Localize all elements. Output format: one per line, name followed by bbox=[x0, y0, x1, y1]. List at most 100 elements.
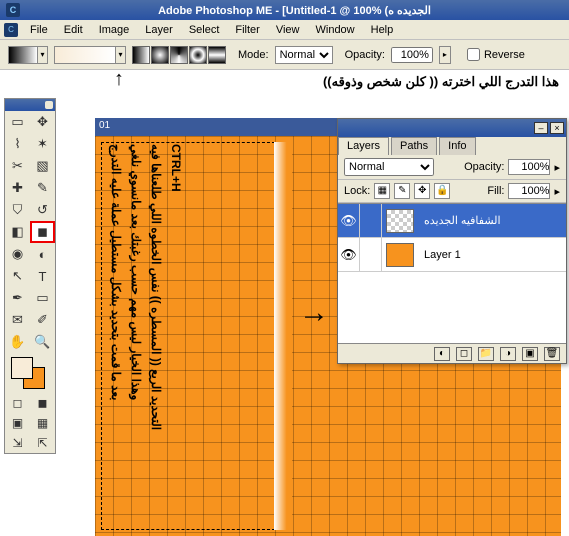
lasso-tool[interactable]: ⌇ bbox=[5, 133, 30, 155]
mode-select[interactable]: Normal bbox=[275, 46, 333, 64]
menu-view[interactable]: View bbox=[268, 22, 308, 38]
minimize-icon[interactable]: – bbox=[534, 122, 548, 134]
tutorial-text-1: بعد ما قمت بتحديد بشكل مستطيل عملة عليه … bbox=[109, 144, 123, 528]
delete-layer-icon[interactable]: 🗑 bbox=[544, 347, 560, 361]
tutorial-text-2: وهذا الخيار ليس مهم حسب رغبتك بعد مانسوي… bbox=[129, 144, 143, 528]
layer-thumb[interactable] bbox=[386, 243, 414, 267]
zoom-tool[interactable]: 🔍 bbox=[30, 331, 55, 353]
brush-tool[interactable]: ✎ bbox=[30, 177, 55, 199]
blend-mode-select[interactable]: Normal bbox=[344, 158, 434, 176]
marquee-tool[interactable]: ▭ bbox=[5, 111, 30, 133]
move-tool[interactable]: ✥ bbox=[30, 111, 55, 133]
menu-window[interactable]: Window bbox=[308, 22, 363, 38]
lock-transparency-icon[interactable]: ▦ bbox=[374, 183, 390, 199]
tab-paths[interactable]: Paths bbox=[391, 137, 437, 155]
stamp-tool[interactable]: ⛉ bbox=[5, 199, 30, 221]
wand-tool[interactable]: ✶ bbox=[30, 133, 55, 155]
menu-image[interactable]: Image bbox=[91, 22, 138, 38]
crop-tool[interactable]: ✂ bbox=[5, 155, 30, 177]
layer-opacity-caret[interactable]: ▸ bbox=[554, 161, 560, 174]
menu-help[interactable]: Help bbox=[363, 22, 402, 38]
tool-preset-picker[interactable]: ▾ bbox=[8, 46, 48, 64]
lock-all-icon[interactable]: 🔒 bbox=[434, 183, 450, 199]
arrow-right-icon: → bbox=[299, 296, 329, 330]
lock-position-icon[interactable]: ✥ bbox=[414, 183, 430, 199]
opacity-label: Opacity: bbox=[345, 49, 385, 61]
layer-name[interactable]: Layer 1 bbox=[418, 249, 566, 261]
opacity-input[interactable] bbox=[391, 47, 433, 63]
screenmode-std[interactable]: ▣ bbox=[5, 413, 30, 433]
gradient-picker[interactable]: ▾ bbox=[54, 46, 126, 64]
tab-layers[interactable]: Layers bbox=[338, 137, 389, 155]
color-swatches[interactable] bbox=[5, 353, 55, 393]
layer-opacity-input[interactable] bbox=[508, 159, 550, 175]
blur-tool[interactable]: ◉ bbox=[5, 243, 30, 265]
gradient-diamond[interactable] bbox=[208, 46, 226, 64]
tutorial-text-4: CTRL+H bbox=[169, 144, 183, 528]
arrow-up-icon: ↑ bbox=[114, 72, 124, 86]
foreground-color[interactable] bbox=[11, 357, 33, 379]
jump-to-2[interactable]: ⇱ bbox=[30, 433, 55, 453]
layer-row[interactable]: 👁 الشفافيه الجديده bbox=[338, 204, 566, 238]
new-layer-icon[interactable]: ▣ bbox=[522, 347, 538, 361]
link-slot[interactable] bbox=[360, 204, 382, 237]
tab-info[interactable]: Info bbox=[439, 137, 475, 155]
visibility-icon[interactable]: 👁 bbox=[338, 204, 360, 237]
pen-tool[interactable]: ✒ bbox=[5, 287, 30, 309]
type-tool[interactable]: T bbox=[30, 265, 55, 287]
window-title: Adobe Photoshop ME - [Untitled-1 @ 100% … bbox=[26, 4, 563, 17]
slice-tool[interactable]: ▧ bbox=[30, 155, 55, 177]
lock-pixels-icon[interactable]: ✎ bbox=[394, 183, 410, 199]
shape-tool[interactable]: ▭ bbox=[30, 287, 55, 309]
gradient-angle[interactable] bbox=[170, 46, 188, 64]
menubar: C File Edit Image Layer Select Filter Vi… bbox=[0, 20, 569, 40]
hand-tool[interactable]: ✋ bbox=[5, 331, 30, 353]
eyedropper-tool[interactable]: ✐ bbox=[30, 309, 55, 331]
gradient-preview-strip bbox=[274, 142, 292, 530]
gradient-tool[interactable]: ◼ bbox=[30, 221, 55, 243]
gradient-reflected[interactable] bbox=[189, 46, 207, 64]
heal-tool[interactable]: ✚ bbox=[5, 177, 30, 199]
history-brush-tool[interactable]: ↺ bbox=[30, 199, 55, 221]
link-slot[interactable] bbox=[360, 238, 382, 271]
layer-row[interactable]: 👁 Layer 1 bbox=[338, 238, 566, 272]
gradient-linear[interactable] bbox=[132, 46, 150, 64]
menu-select[interactable]: Select bbox=[181, 22, 228, 38]
screenmode-full[interactable]: ▦ bbox=[30, 413, 55, 433]
dodge-tool[interactable]: ◐ bbox=[30, 243, 55, 265]
notes-tool[interactable]: ✉ bbox=[5, 309, 30, 331]
menu-file[interactable]: File bbox=[22, 22, 56, 38]
close-icon[interactable]: × bbox=[550, 122, 564, 134]
eraser-tool[interactable]: ◧ bbox=[5, 221, 30, 243]
opacity-caret[interactable]: ▸ bbox=[439, 46, 451, 64]
tutorial-text-3: التحديد الريع (( المسطره )) نفس الخطوه ا… bbox=[149, 144, 163, 528]
menu-edit[interactable]: Edit bbox=[56, 22, 91, 38]
gradient-radial[interactable] bbox=[151, 46, 169, 64]
adjustment-layer-icon[interactable]: ◑ bbox=[500, 347, 516, 361]
new-folder-icon[interactable]: 📁 bbox=[478, 347, 494, 361]
fill-label: Fill: bbox=[487, 185, 504, 197]
fill-input[interactable] bbox=[508, 183, 550, 199]
panel-titlebar[interactable]: – × bbox=[338, 119, 566, 137]
quickmask-on[interactable]: ◼ bbox=[30, 393, 55, 413]
tutorial-annotation: هذا التدرج اللي اخترته (( كلن شخص وذوقه)… bbox=[105, 74, 559, 90]
visibility-icon[interactable]: 👁 bbox=[338, 238, 360, 271]
app-logo: C bbox=[6, 3, 20, 17]
layer-name[interactable]: الشفافيه الجديده bbox=[418, 214, 566, 227]
toolbox-header[interactable] bbox=[5, 99, 55, 111]
layer-style-icon[interactable]: ◐ bbox=[434, 347, 450, 361]
fill-caret[interactable]: ▸ bbox=[554, 185, 560, 198]
jump-to[interactable]: ⇲ bbox=[5, 433, 30, 453]
menu-layer[interactable]: Layer bbox=[137, 22, 181, 38]
reverse-checkbox[interactable]: Reverse bbox=[467, 48, 525, 61]
quickmask-off[interactable]: ◻ bbox=[5, 393, 30, 413]
toolbox: ▭ ✥ ⌇ ✶ ✂ ▧ ✚ ✎ ⛉ ↺ ◧ ◼ ◉ ◐ ↖ T ✒ ▭ ✉ ✐ … bbox=[4, 98, 56, 454]
layers-footer: ◐ ◻ 📁 ◑ ▣ 🗑 bbox=[338, 343, 566, 363]
menu-filter[interactable]: Filter bbox=[227, 22, 267, 38]
layer-thumb[interactable] bbox=[386, 209, 414, 233]
layer-mask-icon[interactable]: ◻ bbox=[456, 347, 472, 361]
path-tool[interactable]: ↖ bbox=[5, 265, 30, 287]
options-bar: ▾ ▾ Mode: Normal Opacity: ▸ Reverse bbox=[0, 40, 569, 70]
selection-marquee bbox=[101, 142, 275, 530]
reverse-check-input[interactable] bbox=[467, 48, 480, 61]
